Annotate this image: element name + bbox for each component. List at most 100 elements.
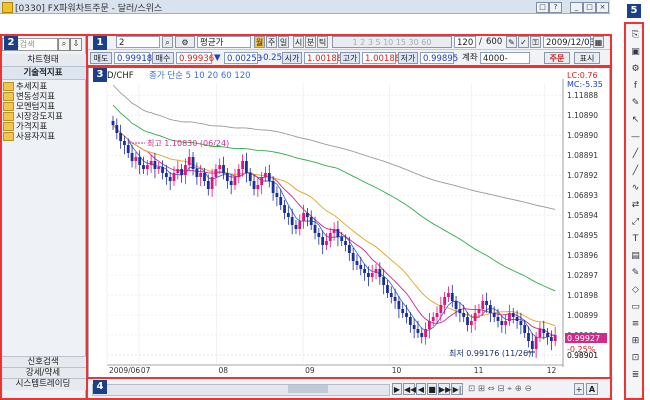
drawing-tool-icon[interactable]: ⤢ [629,217,642,228]
window-title: [0330] FX파워차트주문 - 달러/스위스 [15,4,163,14]
price-chart[interactable]: 1.11888 1.10890 1.09890 1.08891 1.07892 1.068… [88,66,610,378]
candle-body [508,313,511,321]
candle-body [439,305,443,313]
calendar-icon[interactable]: ▦ [593,36,604,48]
date-input[interactable]: 2009/12/03 [543,36,595,48]
drawing-tool-icon[interactable]: ⊡ [629,353,642,364]
drawing-tool-icon[interactable]: ⇄ [629,200,642,211]
drawing-tool-icon[interactable]: ⎘ [629,30,642,41]
callout-4: 4 [93,380,107,394]
drawing-tool-icon[interactable]: ▣ [629,47,642,58]
candle-body [344,241,347,245]
moving-average-line [112,104,556,292]
candle-body [386,285,389,293]
drawing-tool-icon[interactable]: f [629,81,642,92]
drawing-tool-icon[interactable]: ⚙ [629,64,642,75]
period-minute[interactable]: 분 [305,36,316,48]
tree-item-price[interactable]: 가격지표 [3,122,47,132]
drawing-tool-icon[interactable]: — [629,132,642,143]
tree-item-market-strength[interactable]: 시장강도지표 [3,112,63,122]
zoom-slider[interactable]: ⊡ ⊞ ⇔ ⊟ ⌖ ⊕ ⊖ [468,383,532,395]
order-button[interactable]: 주문 [544,52,570,64]
period-week[interactable]: 주 [266,36,277,48]
candle-body [290,217,294,225]
drawing-tool-icon[interactable]: ◇ [629,285,642,296]
y-tick-label: 1.02897 [567,271,598,280]
y-tick-label: 1.09890 [567,131,598,140]
candle-body [389,293,393,297]
last-price-label: 0.99927 [567,334,600,343]
chart-svg[interactable]: 1.11888 1.10890 1.09890 1.08891 1.07892 1.068… [89,67,609,377]
font-button[interactable]: A [586,383,598,395]
drawing-tool-icon[interactable]: ▤ [629,251,642,262]
drawing-tool-icon[interactable]: ≣ [629,370,642,381]
open-label: 시가 [282,52,302,64]
average-select[interactable]: 평균가 [197,36,251,48]
search-icon[interactable]: ⌕ [162,36,173,48]
drawing-tool-icon[interactable]: ⊞ [629,336,642,347]
drawing-tool-icon[interactable]: ╱ [629,149,642,160]
tree-item-trend[interactable]: 추세지표 [3,82,47,92]
candle-body [447,293,450,297]
account-select[interactable]: 4000-1327 [480,52,530,76]
minimize-button[interactable]: _ [570,2,583,13]
period-day[interactable]: 일 [278,36,289,48]
interval-buttons[interactable]: 1 2 3 5 10 15 30 60 [332,36,452,48]
tree-item-user[interactable]: 사용자지표 [3,132,55,142]
search-icon[interactable]: ⌕ [58,38,70,51]
tab-system-trading[interactable]: 시스템트레이딩 [0,378,86,390]
tree-item-momentum[interactable]: 모멘텀지표 [3,102,55,112]
high-label: 고가 [340,52,360,64]
candle-body [134,157,138,161]
lock-icon[interactable]: ⚿ [530,36,541,48]
period-tick[interactable]: 틱 [317,36,328,48]
drawing-tool-icon[interactable]: ≡ [629,319,642,330]
drawing-tool-icon[interactable]: ✎ [629,268,642,279]
candle-body [180,169,184,175]
candle-body [237,169,241,177]
fast-forward-icon[interactable]: ▶▶ [438,383,451,395]
candle-body [408,317,412,325]
symbol-input[interactable]: 2 [116,36,160,48]
candle-body [546,333,549,337]
maximize-button[interactable]: □ [583,2,596,13]
period-hour[interactable]: 시 [293,36,304,48]
drawing-tool-icon[interactable]: ▭ [629,302,642,313]
drawing-tool-icon[interactable]: T [629,234,642,245]
candle-body [370,273,374,277]
stop-icon[interactable]: ■ [427,383,437,395]
candle-body [123,141,126,145]
restore-icon[interactable]: □ [536,2,549,13]
scrollbar-track[interactable] [92,384,390,396]
drawing-tool-icon[interactable]: ╱ [629,166,642,177]
callout-2: 2 [4,36,18,50]
count-input[interactable]: 120 [454,36,476,48]
candle-body [462,313,466,317]
candle-body [351,253,355,261]
back-icon[interactable]: ◀ [416,383,426,395]
tree-item-volatility[interactable]: 변동성지표 [3,92,55,102]
tab-chart-type[interactable]: 차트형태 [0,54,86,67]
x-tick-label: 08 [218,366,228,375]
gear-icon[interactable]: ⚙ [175,36,195,48]
y-tick-label: 1.00899 [567,311,598,320]
download-icon[interactable]: ⇩ [70,38,82,51]
candle-body [477,309,481,313]
display-button[interactable]: 표시 [574,52,600,64]
period-month[interactable]: 월 [254,36,265,48]
callout-5: 5 [627,4,641,18]
help-icon[interactable]: ? [549,2,562,13]
play-icon[interactable]: ▶ [392,383,402,395]
pen-icon[interactable]: ✎ [506,36,517,48]
drawing-tool-icon[interactable]: ✎ [629,98,642,109]
check-icon[interactable]: ✓ [518,36,529,48]
drawing-tool-icon[interactable]: ↖ [629,115,642,126]
tab-technical-indicators[interactable]: 기술적지표 [0,67,86,80]
candle-body [225,173,229,181]
rewind-icon[interactable]: ◀◀ [403,383,416,395]
end-icon[interactable]: ▶| [451,383,463,395]
zoom-in-button[interactable]: + [574,383,584,395]
close-button[interactable]: × [596,2,609,13]
scrollbar-thumb[interactable] [288,385,328,393]
drawing-tool-icon[interactable]: ∿ [629,183,642,194]
